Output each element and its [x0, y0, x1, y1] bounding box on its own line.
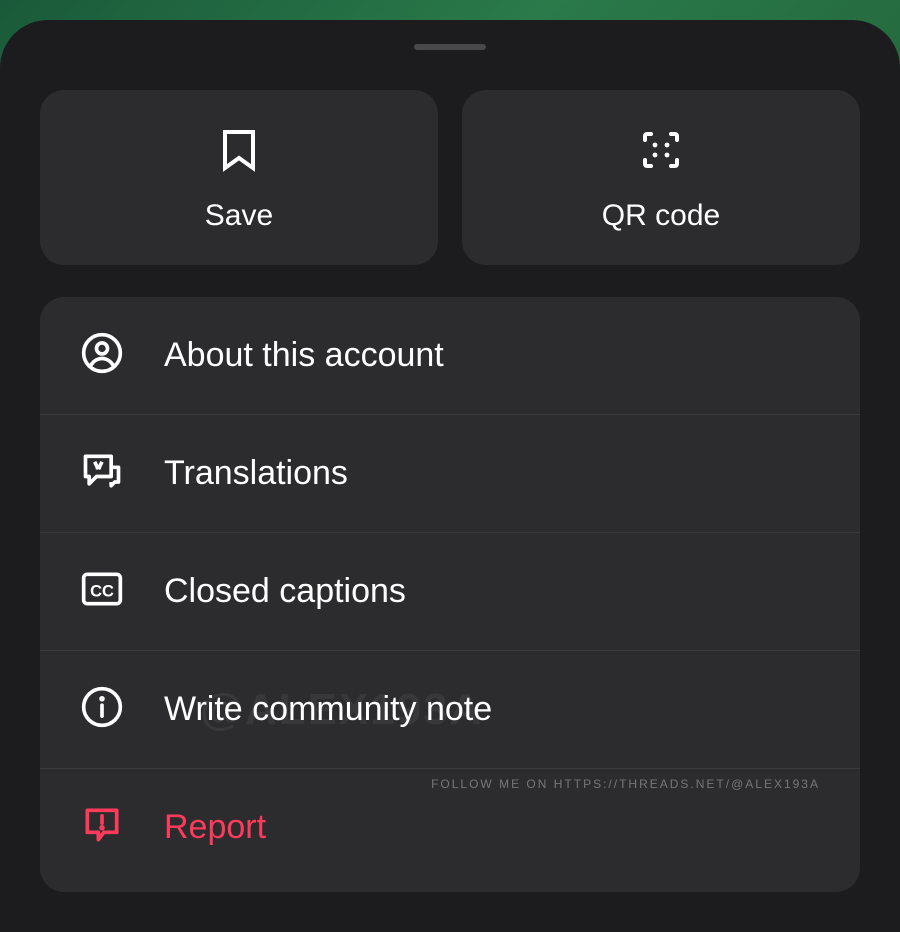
about-account-item[interactable]: About this account	[40, 297, 860, 415]
person-circle-icon	[80, 331, 124, 380]
cc-icon: CC	[80, 567, 124, 616]
translations-item[interactable]: Translations	[40, 415, 860, 533]
qr-code-icon	[637, 126, 685, 179]
report-item[interactable]: FOLLOW ME ON HTTPS://THREADS.NET/@ALEX19…	[40, 769, 860, 886]
save-button[interactable]: Save	[40, 90, 438, 265]
community-note-label: Write community note	[164, 690, 492, 729]
save-label: Save	[205, 199, 273, 233]
bookmark-icon	[215, 126, 263, 179]
report-icon	[80, 803, 124, 852]
menu-list: About this account Translations CC Close…	[40, 297, 860, 892]
translate-icon	[80, 449, 124, 498]
info-circle-icon	[80, 685, 124, 734]
report-label: Report	[164, 808, 266, 847]
drag-handle[interactable]	[414, 44, 486, 50]
translations-label: Translations	[164, 454, 348, 493]
closed-captions-label: Closed captions	[164, 572, 406, 611]
qr-code-label: QR code	[602, 199, 720, 233]
closed-captions-item[interactable]: CC Closed captions	[40, 533, 860, 651]
community-note-item[interactable]: @ALEX193A Write community note	[40, 651, 860, 769]
action-row: Save QR code	[40, 90, 860, 265]
qr-code-button[interactable]: QR code	[462, 90, 860, 265]
svg-text:CC: CC	[90, 582, 114, 600]
follow-text: FOLLOW ME ON HTTPS://THREADS.NET/@ALEX19…	[431, 777, 820, 791]
bottom-sheet: Save QR code	[0, 20, 900, 932]
about-account-label: About this account	[164, 336, 444, 375]
